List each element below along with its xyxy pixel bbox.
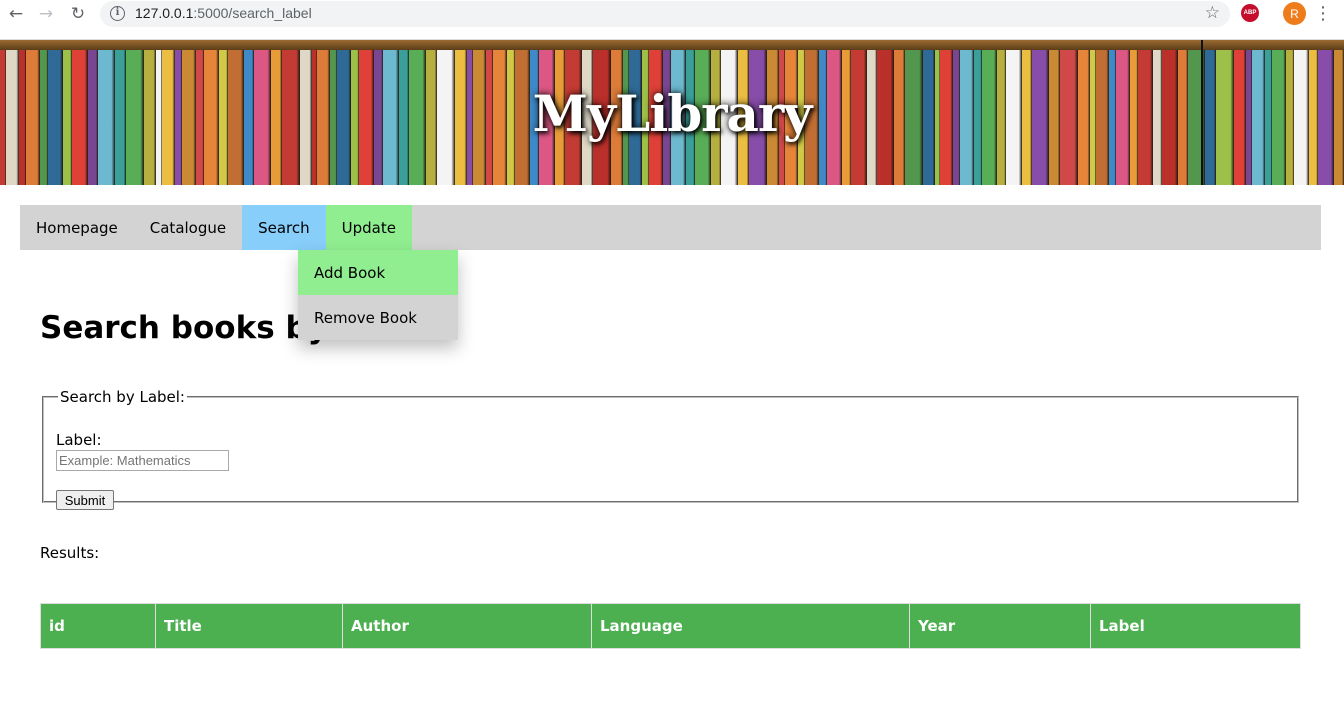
header-banner: MyLibrary — [0, 40, 1344, 185]
profile-avatar[interactable]: R — [1283, 2, 1306, 25]
column-header-author: Author — [342, 603, 592, 649]
back-arrow-icon[interactable]: ← — [2, 3, 30, 25]
bookmark-star-icon[interactable]: ☆ — [1205, 3, 1220, 23]
column-header-label: Label — [1090, 603, 1301, 649]
dropdown-add-book[interactable]: Add Book — [298, 250, 458, 295]
label-field-label: Label: — [56, 431, 102, 449]
form-legend: Search by Label: — [60, 388, 185, 406]
nav-homepage[interactable]: Homepage — [20, 205, 134, 250]
main-navbar: Homepage Catalogue Search Update — [20, 205, 1321, 250]
forward-arrow-icon[interactable]: → — [32, 3, 60, 25]
browser-toolbar: ← → ↻ i 127.0.0.1:5000/search_label ☆ AB… — [0, 0, 1344, 40]
update-dropdown: Add Book Remove Book — [298, 250, 458, 340]
submit-button[interactable]: Submit — [56, 490, 114, 510]
column-header-title: Title — [155, 603, 343, 649]
nav-update[interactable]: Update — [325, 205, 412, 250]
nav-search[interactable]: Search — [242, 205, 326, 250]
results-table: id Title Author Language Year Label — [40, 603, 1301, 649]
dropdown-remove-book[interactable]: Remove Book — [298, 295, 458, 340]
address-bar[interactable]: i 127.0.0.1:5000/search_label ☆ — [100, 1, 1230, 27]
info-icon[interactable]: i — [110, 6, 125, 21]
url-host: 127.0.0.1 — [135, 5, 194, 21]
label-search-input[interactable] — [56, 450, 229, 471]
column-header-id: id — [40, 603, 156, 649]
avatar-initial: R — [1290, 6, 1299, 21]
url-path: :5000/search_label — [193, 5, 312, 21]
more-menu-icon[interactable]: ⋮ — [1314, 2, 1332, 24]
table-header-row: id Title Author Language Year Label — [40, 603, 1301, 649]
shelf-top — [0, 40, 1344, 50]
url-text[interactable]: 127.0.0.1:5000/search_label — [135, 5, 312, 21]
search-form: Search by Label: Label: Submit — [42, 388, 1299, 510]
adblock-label: ABP — [1243, 10, 1257, 16]
nav-catalogue[interactable]: Catalogue — [134, 205, 242, 250]
reload-icon[interactable]: ↻ — [64, 3, 92, 25]
column-header-language: Language — [591, 603, 910, 649]
site-title: MyLibrary — [532, 84, 813, 143]
adblock-icon[interactable]: ABP — [1241, 4, 1259, 22]
results-label: Results: — [40, 544, 100, 562]
column-header-year: Year — [909, 603, 1091, 649]
